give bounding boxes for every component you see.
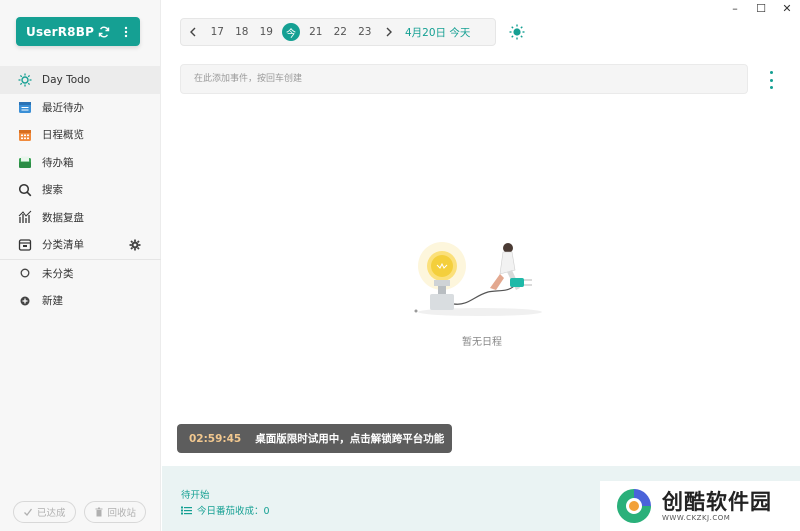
inbox-icon bbox=[18, 155, 32, 169]
sidebar-item-new[interactable]: 新建 bbox=[0, 287, 161, 315]
trash-icon bbox=[94, 507, 104, 517]
sidebar-item-label: 分类清单 bbox=[42, 239, 84, 252]
task-status: 待开始 bbox=[181, 490, 210, 501]
chart-icon bbox=[18, 210, 32, 224]
chevron-right-icon[interactable] bbox=[377, 18, 401, 46]
watermark-logo-icon bbox=[617, 489, 651, 523]
search-icon bbox=[18, 183, 32, 197]
theme-toggle-sun-icon[interactable] bbox=[509, 24, 525, 40]
sidebar-item-inbox[interactable]: 待办箱 bbox=[0, 149, 161, 177]
sidebar-item-recent[interactable]: 最近待办 bbox=[0, 94, 161, 122]
circle-icon bbox=[18, 266, 32, 280]
date-day[interactable]: 22 bbox=[328, 26, 353, 38]
empty-schedule-illustration bbox=[414, 242, 542, 316]
sidebar-item-lists[interactable]: 分类清单 bbox=[0, 231, 161, 259]
trash-label: 回收站 bbox=[107, 508, 137, 519]
sidebar-bottom-buttons: 已达成 回收站 bbox=[13, 501, 147, 523]
sidebar-item-label: 数据复盘 bbox=[42, 211, 84, 224]
done-label: 已达成 bbox=[37, 508, 66, 519]
sidebar-item-label: 最近待办 bbox=[42, 101, 84, 114]
chevron-left-icon[interactable] bbox=[181, 18, 205, 46]
close-button[interactable]: ✕ bbox=[774, 0, 800, 16]
app-window: – ☐ ✕ UserR8BP Day Todo 最近待办 日程概览 待办箱 搜索… bbox=[0, 0, 800, 531]
sidebar-item-uncategorized[interactable]: 未分类 bbox=[0, 260, 161, 288]
sidebar-item-day-todo[interactable]: Day Todo bbox=[0, 66, 161, 94]
more-options-icon[interactable] bbox=[766, 71, 776, 89]
date-day[interactable]: 21 bbox=[304, 26, 329, 38]
trash-button[interactable]: 回收站 bbox=[83, 501, 147, 523]
date-day[interactable]: 17 bbox=[205, 26, 230, 38]
window-controls: – ☐ ✕ bbox=[722, 0, 800, 16]
watermark-url: WWW.CKZKJ.COM bbox=[662, 514, 731, 522]
date-day[interactable]: 19 bbox=[254, 26, 279, 38]
user-name: UserR8BP bbox=[26, 24, 95, 39]
done-button[interactable]: 已达成 bbox=[13, 501, 76, 523]
watermark-title: 创酷软件园 bbox=[662, 490, 772, 514]
sync-icon[interactable] bbox=[96, 24, 112, 40]
watermark: 创酷软件园 WWW.CKZKJ.COM bbox=[600, 481, 800, 531]
sidebar-item-label: 待办箱 bbox=[42, 156, 74, 169]
add-event-input[interactable]: 在此添加事件，按回车创建 bbox=[180, 64, 748, 94]
sidebar-item-schedule[interactable]: 日程概览 bbox=[0, 121, 161, 149]
empty-schedule-text: 暂无日程 bbox=[462, 337, 502, 348]
sidebar: UserR8BP Day Todo 最近待办 日程概览 待办箱 搜索 数据复盘 … bbox=[0, 0, 161, 531]
date-day[interactable]: 18 bbox=[230, 26, 255, 38]
date-day[interactable]: 23 bbox=[353, 26, 378, 38]
sidebar-item-search[interactable]: 搜索 bbox=[0, 176, 161, 204]
sidebar-item-label: 日程概览 bbox=[42, 129, 84, 142]
date-navigator: 17 18 19 今 21 22 23 4月20日 今天 bbox=[180, 18, 496, 46]
more-vertical-icon[interactable] bbox=[118, 24, 134, 40]
folder-icon bbox=[18, 238, 32, 252]
trial-message: 桌面版限时试用中，点击解锁跨平台功能 bbox=[255, 433, 445, 445]
sidebar-item-label: 新建 bbox=[42, 295, 63, 308]
tomato-harvest-label: 今日番茄收成：0 bbox=[197, 506, 270, 517]
maximize-button[interactable]: ☐ bbox=[748, 0, 774, 16]
sidebar-item-review[interactable]: 数据复盘 bbox=[0, 204, 161, 232]
calendar-list-icon bbox=[18, 100, 32, 114]
tomato-harvest[interactable]: 今日番茄收成：0 bbox=[181, 503, 270, 517]
sidebar-item-label: Day Todo bbox=[42, 73, 91, 86]
sidebar-item-label: 未分类 bbox=[42, 267, 74, 280]
calendar-grid-icon bbox=[18, 128, 32, 142]
sidebar-nav: Day Todo 最近待办 日程概览 待办箱 搜索 数据复盘 分类清单 未分类 … bbox=[0, 66, 161, 315]
sun-icon bbox=[18, 73, 32, 87]
trial-countdown: 02:59:45 bbox=[189, 432, 242, 445]
list-icon bbox=[181, 506, 192, 515]
plus-circle-icon bbox=[18, 294, 32, 308]
sidebar-item-label: 搜索 bbox=[42, 184, 63, 197]
gear-icon[interactable] bbox=[129, 239, 141, 251]
check-icon bbox=[23, 507, 33, 517]
minimize-button[interactable]: – bbox=[722, 0, 748, 16]
trial-toast[interactable]: 02:59:45 桌面版限时试用中，点击解锁跨平台功能 bbox=[177, 424, 452, 453]
today-label[interactable]: 4月20日 今天 bbox=[405, 25, 470, 40]
date-day-today[interactable]: 今 bbox=[282, 23, 300, 41]
user-button[interactable]: UserR8BP bbox=[16, 17, 140, 46]
